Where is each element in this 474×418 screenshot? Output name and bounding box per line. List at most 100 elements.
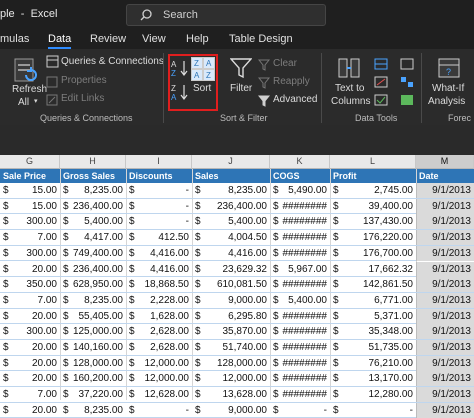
cell-cogs[interactable]: $ ########	[270, 324, 330, 339]
cell-profit[interactable]: $6,771.00	[330, 293, 416, 308]
cell-discounts[interactable]: $1,628.00	[126, 309, 192, 324]
cell-sale-price[interactable]: $20.00	[0, 403, 60, 418]
cell-discounts[interactable]: $412.50	[126, 230, 192, 245]
cell-gross-sales[interactable]: $8,235.00	[60, 183, 126, 198]
cell-date[interactable]: 9/1/2013	[416, 324, 474, 340]
edit-links-button[interactable]: Edit Links	[44, 92, 124, 106]
column-header-m[interactable]: M	[416, 155, 474, 169]
cell-sale-price[interactable]: $20.00	[0, 371, 60, 386]
cell-sales[interactable]: $9,000.00	[192, 403, 270, 418]
cell-discounts[interactable]: $ -	[126, 183, 192, 198]
cell-discounts[interactable]: $4,416.00	[126, 262, 192, 277]
cell-sale-price[interactable]: $20.00	[0, 309, 60, 324]
cell-profit[interactable]: $137,430.00	[330, 214, 416, 229]
data-validation-icon[interactable]	[374, 93, 388, 111]
cell-cogs[interactable]: $ ########	[270, 277, 330, 292]
column-header-l[interactable]: L	[330, 155, 416, 169]
advanced-button[interactable]: Advanced	[257, 93, 318, 107]
cell-profit[interactable]: $17,662.32	[330, 262, 416, 277]
tab-view[interactable]: View	[142, 33, 166, 45]
cell-profit[interactable]: $51,735.00	[330, 340, 416, 355]
cell-discounts[interactable]: $12,000.00	[126, 356, 192, 371]
tab-help[interactable]: Help	[186, 33, 209, 45]
cell-gross-sales[interactable]: $160,200.00	[60, 371, 126, 386]
cell-sales[interactable]: $35,870.00	[192, 324, 270, 339]
cell-sales[interactable]: $9,000.00	[192, 293, 270, 308]
cell-date[interactable]: 9/1/2013	[416, 230, 474, 246]
cell-profit[interactable]: $35,348.00	[330, 324, 416, 339]
cell-sale-price[interactable]: $20.00	[0, 356, 60, 371]
cell-date[interactable]: 9/1/2013	[416, 277, 474, 293]
what-if-analysis-button[interactable]: ? What-If Analysis	[426, 55, 474, 107]
cell-sale-price[interactable]: $20.00	[0, 262, 60, 277]
cell-sales[interactable]: $12,000.00	[192, 371, 270, 386]
cell-profit[interactable]: $176,700.00	[330, 246, 416, 261]
cell-profit[interactable]: $5,371.00	[330, 309, 416, 324]
filter-button[interactable]: Filter	[227, 55, 255, 99]
cell-date[interactable]: 9/1/2013	[416, 183, 474, 198]
header-cogs[interactable]: COGS	[270, 169, 330, 183]
column-header-g[interactable]: G	[0, 155, 60, 169]
cell-date[interactable]: 9/1/2013	[416, 245, 474, 261]
properties-button[interactable]: Properties	[44, 74, 124, 88]
consolidate-icon[interactable]	[400, 57, 414, 75]
cell-cogs[interactable]: $ ########	[270, 309, 330, 324]
cell-discounts[interactable]: $ -	[126, 403, 192, 418]
cell-cogs[interactable]: $ ########	[270, 199, 330, 214]
tab-data[interactable]: Data	[48, 33, 72, 49]
cell-sale-price[interactable]: $7.00	[0, 293, 60, 308]
cell-cogs[interactable]: $ -	[270, 403, 330, 418]
cell-discounts[interactable]: $2,628.00	[126, 340, 192, 355]
cell-profit[interactable]: $ -	[330, 403, 416, 418]
cell-cogs[interactable]: $ ########	[270, 356, 330, 371]
header-date[interactable]: Date	[416, 169, 474, 183]
cell-gross-sales[interactable]: $4,417.00	[60, 230, 126, 245]
cell-date[interactable]: 9/1/2013	[416, 198, 474, 214]
cell-sale-price[interactable]: $300.00	[0, 324, 60, 339]
cell-sales[interactable]: $51,740.00	[192, 340, 270, 355]
cell-cogs[interactable]: $5,490.00	[270, 183, 330, 198]
column-header-j[interactable]: J	[192, 155, 270, 169]
cell-discounts[interactable]: $ -	[126, 214, 192, 229]
cell-sale-price[interactable]: $7.00	[0, 230, 60, 245]
text-to-columns-button[interactable]: Text to Columns	[328, 55, 370, 107]
cell-discounts[interactable]: $ -	[126, 199, 192, 214]
cell-sale-price[interactable]: $300.00	[0, 246, 60, 261]
cell-discounts[interactable]: $12,000.00	[126, 371, 192, 386]
header-profit[interactable]: Profit	[330, 169, 416, 183]
cell-gross-sales[interactable]: $8,235.00	[60, 293, 126, 308]
tab-formulas[interactable]: mulas	[0, 33, 29, 45]
data-model-icon[interactable]	[400, 93, 414, 111]
cell-gross-sales[interactable]: $55,405.00	[60, 309, 126, 324]
cell-cogs[interactable]: $ ########	[270, 340, 330, 355]
cell-gross-sales[interactable]: $749,400.00	[60, 246, 126, 261]
cell-sales[interactable]: $128,000.00	[192, 356, 270, 371]
cell-discounts[interactable]: $4,416.00	[126, 246, 192, 261]
cell-date[interactable]: 9/1/2013	[416, 371, 474, 387]
cell-date[interactable]: 9/1/2013	[416, 261, 474, 277]
cell-cogs[interactable]: $ ########	[270, 371, 330, 386]
cell-cogs[interactable]: $5,967.00	[270, 262, 330, 277]
cell-date[interactable]: 9/1/2013	[416, 292, 474, 308]
cell-cogs[interactable]: $ ########	[270, 230, 330, 245]
tab-review[interactable]: Review	[90, 33, 126, 45]
search-box[interactable]: Search	[126, 4, 326, 26]
tab-table-design[interactable]: Table Design	[229, 33, 293, 45]
header-sales[interactable]: Sales	[192, 169, 270, 183]
cell-gross-sales[interactable]: $236,400.00	[60, 262, 126, 277]
cell-sales[interactable]: $4,004.50	[192, 230, 270, 245]
header-discounts[interactable]: Discounts	[126, 169, 192, 183]
remove-duplicates-icon[interactable]	[374, 75, 388, 93]
cell-discounts[interactable]: $2,628.00	[126, 324, 192, 339]
cell-date[interactable]: 9/1/2013	[416, 340, 474, 355]
header-gross-sales[interactable]: Gross Sales	[60, 169, 126, 183]
relationships-icon[interactable]	[400, 75, 414, 93]
cell-gross-sales[interactable]: $628,950.00	[60, 277, 126, 292]
cell-profit[interactable]: $76,210.00	[330, 356, 416, 371]
cell-sale-price[interactable]: $15.00	[0, 183, 60, 198]
cell-gross-sales[interactable]: $8,235.00	[60, 403, 126, 418]
cell-discounts[interactable]: $18,868.50	[126, 277, 192, 292]
column-header-i[interactable]: I	[126, 155, 192, 169]
cell-gross-sales[interactable]: $140,160.00	[60, 340, 126, 355]
cell-profit[interactable]: $176,220.00	[330, 230, 416, 245]
